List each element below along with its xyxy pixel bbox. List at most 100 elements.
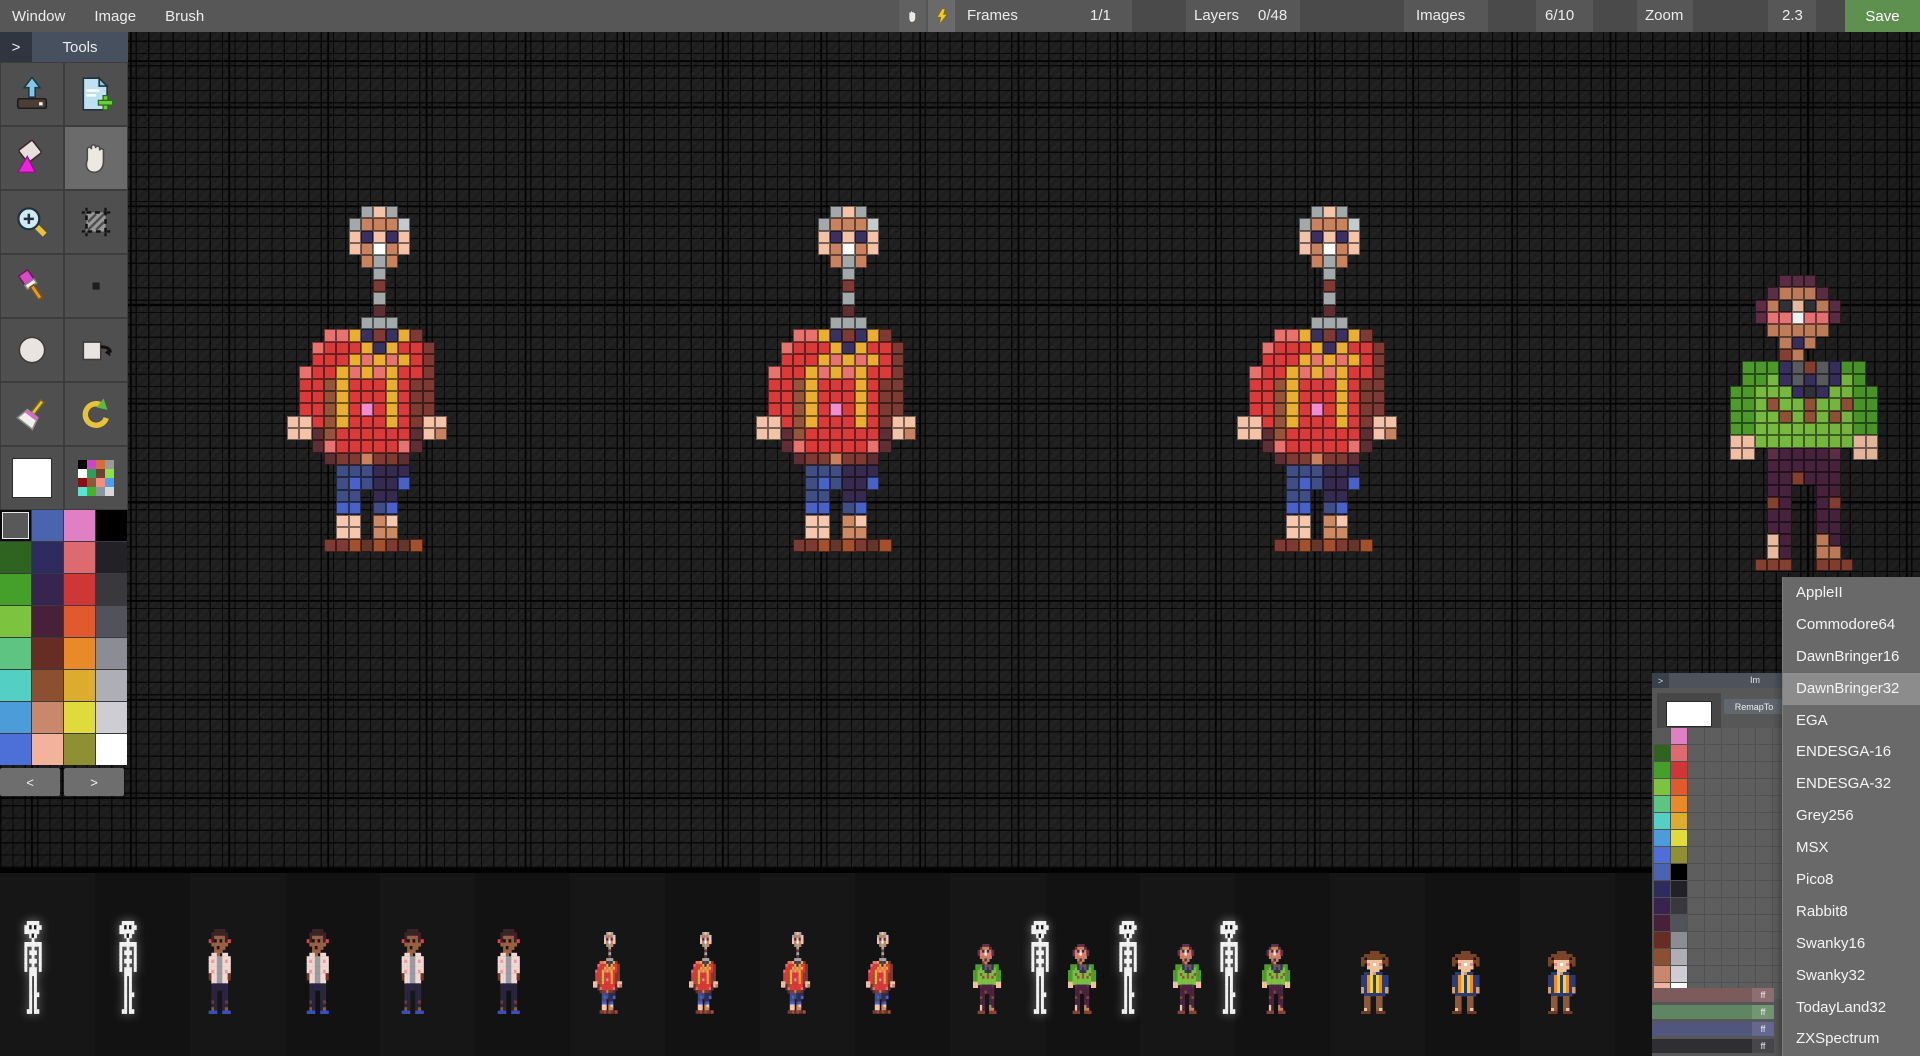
panel-swatch[interactable]: [1671, 813, 1687, 829]
tool-palette[interactable]: [65, 447, 127, 509]
alpha-color-bar[interactable]: [1652, 1039, 1752, 1053]
panel-swatch[interactable]: [1705, 881, 1721, 897]
palette-swatch[interactable]: [32, 734, 63, 765]
panel-swatch[interactable]: [1739, 830, 1755, 846]
palette-list-item[interactable]: TodayLand32: [1783, 992, 1920, 1024]
panel-swatch[interactable]: [1688, 745, 1704, 761]
thumbnail-girl[interactable]: [1449, 951, 1482, 1014]
alpha-value[interactable]: ff: [1752, 1039, 1774, 1053]
tool-export[interactable]: [1, 63, 63, 125]
alpha-color-bar[interactable]: [1652, 1022, 1752, 1036]
palette-swatch[interactable]: [0, 606, 31, 637]
thumbnail-skeleton[interactable]: [1117, 921, 1139, 1014]
thumbnail-pinkjacket[interactable]: [206, 929, 236, 1014]
thumbnail-girl[interactable]: [1545, 951, 1578, 1014]
palette-swatch[interactable]: [0, 542, 31, 573]
tool-ellipse[interactable]: [1, 319, 63, 381]
panel-swatch[interactable]: [1739, 745, 1755, 761]
panel-swatch[interactable]: [1688, 830, 1704, 846]
panel-swatch[interactable]: [1739, 949, 1755, 965]
panel-swatch[interactable]: [1654, 932, 1670, 948]
panel-swatch[interactable]: [1654, 745, 1670, 761]
panel-swatch[interactable]: [1739, 728, 1755, 744]
drawing-canvas[interactable]: [0, 32, 1920, 868]
thumbnail-skeleton[interactable]: [22, 921, 44, 1014]
panel-swatch[interactable]: [1671, 745, 1687, 761]
palette-list-item[interactable]: ENDESGA-32: [1783, 768, 1920, 800]
panel-swatch[interactable]: [1654, 847, 1670, 863]
panel-swatch[interactable]: [1654, 813, 1670, 829]
remap-to-button[interactable]: RemapTo: [1724, 699, 1784, 714]
tool-hand[interactable]: [65, 127, 127, 189]
panel-swatch[interactable]: [1756, 762, 1772, 778]
panel-swatch[interactable]: [1722, 728, 1738, 744]
panel-swatch[interactable]: [1688, 779, 1704, 795]
panel-swatch[interactable]: [1705, 745, 1721, 761]
palette-swatch[interactable]: [32, 702, 63, 733]
panel-swatch[interactable]: [1705, 728, 1721, 744]
palette-swatch[interactable]: [0, 670, 31, 701]
tool-current-color[interactable]: [1, 447, 63, 509]
zoom-value[interactable]: 2.3: [1782, 0, 1803, 32]
panel-swatch[interactable]: [1688, 966, 1704, 982]
panel-swatch[interactable]: [1756, 898, 1772, 914]
panel-swatch[interactable]: [1739, 864, 1755, 880]
thumbnail-pinkjacket[interactable]: [495, 929, 525, 1014]
pan-mode-button[interactable]: [899, 0, 926, 32]
tools-collapse-button[interactable]: >: [0, 32, 32, 62]
palette-swatch[interactable]: [0, 638, 31, 669]
panel-swatch[interactable]: [1654, 762, 1670, 778]
palette-swatch[interactable]: [32, 670, 63, 701]
palette-swatch[interactable]: [96, 734, 127, 765]
panel-swatch[interactable]: [1688, 864, 1704, 880]
panel-swatch[interactable]: [1671, 932, 1687, 948]
panel-swatch[interactable]: [1722, 915, 1738, 931]
palette-list-item[interactable]: Swanky16: [1783, 928, 1920, 960]
palette-swatch[interactable]: [0, 702, 31, 733]
palette-swatch[interactable]: [96, 606, 127, 637]
palette-swatch[interactable]: [64, 734, 95, 765]
panel-swatch[interactable]: [1705, 966, 1721, 982]
panel-swatch[interactable]: [1654, 898, 1670, 914]
palette-list-item[interactable]: Swanky32: [1783, 960, 1920, 992]
panel-swatch[interactable]: [1756, 779, 1772, 795]
panel-swatch[interactable]: [1688, 915, 1704, 931]
palette-swatch[interactable]: [64, 574, 95, 605]
panel-swatch[interactable]: [1688, 796, 1704, 812]
panel-swatch[interactable]: [1756, 847, 1772, 863]
tool-fill[interactable]: [1, 127, 63, 189]
panel-swatch[interactable]: [1756, 745, 1772, 761]
panel-current-color[interactable]: [1667, 702, 1711, 726]
alpha-color-bar[interactable]: [1652, 1005, 1752, 1019]
tool-rotate[interactable]: [65, 319, 127, 381]
layers-value[interactable]: 0/48: [1258, 0, 1287, 32]
thumbnail-skeleton[interactable]: [1218, 921, 1240, 1014]
panel-swatch[interactable]: [1654, 830, 1670, 846]
panel-swatch[interactable]: [1654, 949, 1670, 965]
panel-swatch[interactable]: [1722, 932, 1738, 948]
palette-list-item[interactable]: MSX: [1783, 832, 1920, 864]
panel-swatch[interactable]: [1654, 915, 1670, 931]
panel-swatch[interactable]: [1688, 898, 1704, 914]
panel-swatch[interactable]: [1705, 949, 1721, 965]
frames-value[interactable]: 1/1: [1090, 0, 1111, 32]
palette-swatch[interactable]: [96, 670, 127, 701]
thumbnail-oldman[interactable]: [593, 932, 624, 1014]
panel-swatch[interactable]: [1688, 932, 1704, 948]
panel-swatch[interactable]: [1722, 762, 1738, 778]
panel-swatch[interactable]: [1671, 796, 1687, 812]
palette-swatch[interactable]: [32, 638, 63, 669]
palette-list-item[interactable]: Rabbit8: [1783, 896, 1920, 928]
panel-swatch[interactable]: [1654, 966, 1670, 982]
panel-swatch[interactable]: [1756, 881, 1772, 897]
panel-collapse-button[interactable]: >: [1652, 673, 1669, 688]
panel-swatch[interactable]: [1705, 779, 1721, 795]
panel-swatch[interactable]: [1688, 949, 1704, 965]
panel-swatch[interactable]: [1671, 966, 1687, 982]
thumbnail-greenman[interactable]: [1068, 944, 1098, 1014]
thumbnail-oldman[interactable]: [781, 932, 812, 1014]
panel-swatch[interactable]: [1722, 830, 1738, 846]
thumbnail-greenman[interactable]: [1262, 944, 1292, 1014]
thumbnail-oldman[interactable]: [689, 932, 720, 1014]
alpha-color-bar[interactable]: [1652, 988, 1752, 1002]
